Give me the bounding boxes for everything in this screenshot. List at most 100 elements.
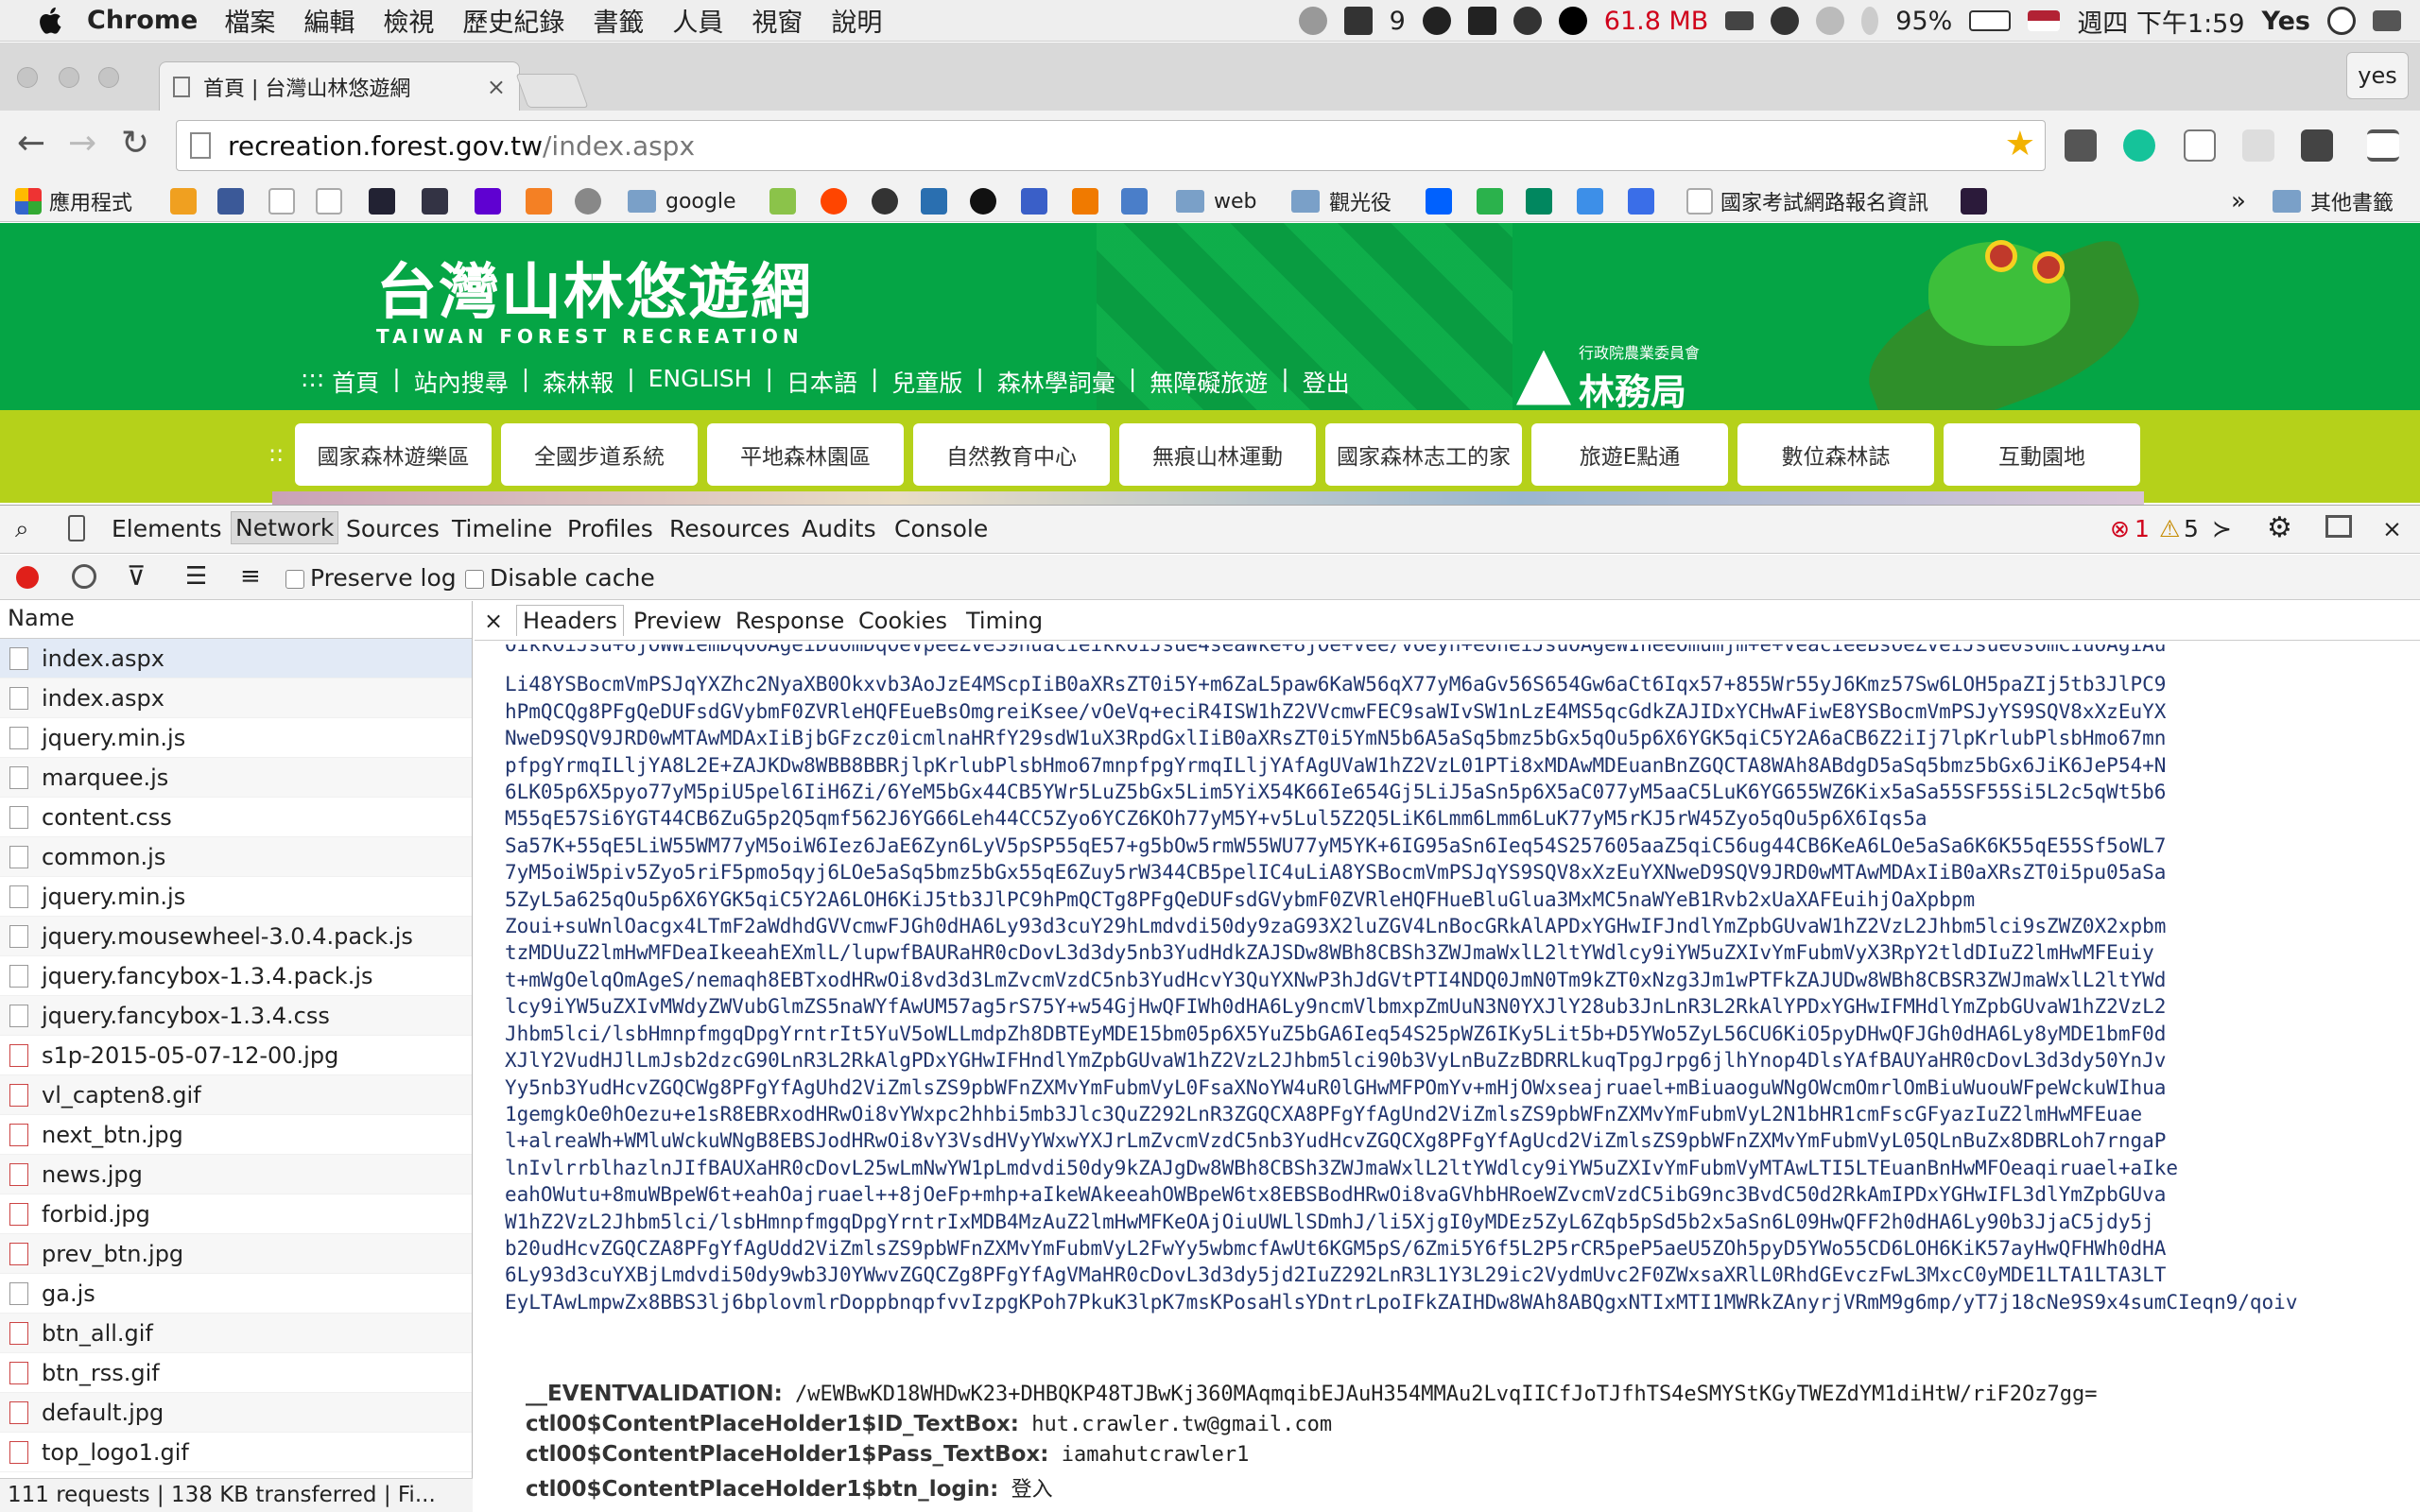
- bookmark-8-icon[interactable]: [1628, 184, 1662, 218]
- memory-monitor-icon[interactable]: [1558, 7, 1587, 35]
- translate-extension-icon[interactable]: [2301, 129, 2333, 162]
- grammarly-extension-icon[interactable]: [2123, 129, 2155, 162]
- bookmark-stack-icon[interactable]: [526, 184, 560, 218]
- clear-icon[interactable]: [72, 564, 96, 589]
- checkbox-icon[interactable]: [285, 570, 304, 589]
- nav-english[interactable]: ENGLISH: [648, 365, 752, 399]
- bookmark-image-icon[interactable]: [369, 184, 403, 218]
- menu-leave-no-trace[interactable]: 無痕山林運動: [1119, 423, 1316, 486]
- warning-count-icon[interactable]: ⚠: [2159, 515, 2180, 542]
- devtools-tab-network[interactable]: Network: [231, 511, 339, 544]
- menu-plain-forest-parks[interactable]: 平地森林園區: [707, 423, 904, 486]
- menu-history[interactable]: 歷史紀錄: [462, 2, 564, 39]
- dock-side-icon[interactable]: [2325, 515, 2352, 538]
- battery-icon[interactable]: [1969, 10, 2012, 31]
- bookmark-play-icon[interactable]: [1526, 184, 1560, 218]
- bookmark-bomb-icon[interactable]: [872, 184, 906, 218]
- request-row[interactable]: jquery.fancybox-1.3.4.pack.js: [0, 956, 472, 996]
- filter-icon[interactable]: ⊽: [127, 560, 147, 592]
- profile-button[interactable]: yes: [2346, 52, 2409, 99]
- detail-tab-timing[interactable]: Timing: [966, 608, 1043, 634]
- name-column-header[interactable]: Name: [0, 601, 472, 639]
- evernote-icon[interactable]: [1467, 7, 1496, 35]
- request-row[interactable]: common.js: [0, 837, 472, 877]
- menu-view[interactable]: 檢視: [383, 2, 434, 39]
- menu-window[interactable]: 視窗: [752, 2, 803, 39]
- warning-count[interactable]: 5: [2184, 515, 2199, 542]
- error-count[interactable]: 1: [2135, 515, 2150, 542]
- bookmark-star-icon[interactable]: ★: [2005, 125, 2035, 163]
- grammarly-icon[interactable]: [1422, 7, 1451, 35]
- request-row[interactable]: top_logo1.gif: [0, 1433, 472, 1472]
- request-row[interactable]: jquery.min.js: [0, 877, 472, 917]
- preserve-log-checkbox[interactable]: Preserve log: [285, 564, 457, 592]
- detail-tab-preview[interactable]: Preview: [633, 608, 721, 634]
- menu-digital-forest-journal[interactable]: 數位森林誌: [1737, 423, 1934, 486]
- cloud-icon[interactable]: [1725, 11, 1754, 30]
- bookmark-apps[interactable]: 應用程式: [15, 184, 132, 218]
- record-button[interactable]: [16, 566, 39, 589]
- detail-close-icon[interactable]: ×: [484, 608, 503, 634]
- bookmark-folder-other[interactable]: 其他書籤: [2273, 184, 2394, 218]
- request-row[interactable]: default.jpg: [0, 1393, 472, 1433]
- settings-gear-icon[interactable]: ⚙: [2267, 511, 2292, 544]
- overview-icon[interactable]: ≡: [240, 562, 261, 591]
- menu-file[interactable]: 檔案: [224, 2, 275, 39]
- disable-cache-checkbox[interactable]: Disable cache: [465, 564, 655, 592]
- nav-japanese[interactable]: 日本語: [786, 365, 857, 399]
- window-zoom-button[interactable]: [98, 67, 119, 88]
- bookmark-folder-guanguang[interactable]: 觀光役: [1291, 184, 1392, 218]
- request-row[interactable]: content.css: [0, 798, 472, 837]
- request-row[interactable]: ga.js: [0, 1274, 472, 1314]
- forestry-bureau-logo[interactable]: 行政院農業委員會 林務局: [1516, 340, 1700, 415]
- menu-help[interactable]: 說明: [831, 2, 882, 39]
- input-source-flag-icon[interactable]: [2028, 10, 2061, 31]
- window-minimize-button[interactable]: [59, 67, 79, 88]
- request-row[interactable]: jquery.min.js: [0, 718, 472, 758]
- bookmark-page-icon[interactable]: [316, 184, 350, 218]
- mic-icon[interactable]: [1512, 7, 1542, 35]
- bookmark-exam[interactable]: 國家考試網路報名資訊: [1686, 184, 1928, 218]
- bookmark-dark-icon[interactable]: [1961, 184, 1995, 218]
- bookmark-image-icon[interactable]: [422, 184, 456, 218]
- window-close-button[interactable]: [17, 67, 38, 88]
- bookmark-ytmp3-icon[interactable]: [1021, 184, 1055, 218]
- bluetooth-icon[interactable]: [1861, 7, 1879, 35]
- devtools-tab-profiles[interactable]: Profiles: [567, 515, 653, 542]
- spotlight-search-icon[interactable]: [2327, 7, 2356, 35]
- menu-travel-e-point[interactable]: 旅遊E點通: [1531, 423, 1728, 486]
- devtools-tab-audits[interactable]: Audits: [802, 515, 876, 542]
- request-row[interactable]: prev_btn.jpg: [0, 1234, 472, 1274]
- nav-glossary[interactable]: 森林學詞彙: [997, 365, 1115, 399]
- bookmark-facebook-icon[interactable]: [217, 184, 251, 218]
- detail-tab-headers[interactable]: Headers: [516, 605, 624, 636]
- user-name[interactable]: Yes: [2262, 7, 2310, 36]
- reload-icon[interactable]: ↻: [121, 124, 149, 163]
- menu-interactive-zone[interactable]: 互動園地: [1944, 423, 2140, 486]
- bookmark-mascot-icon[interactable]: [575, 184, 609, 218]
- menu-edit[interactable]: 編輯: [303, 2, 354, 39]
- bookmark-p-icon[interactable]: [1577, 184, 1611, 218]
- request-row[interactable]: forbid.jpg: [0, 1194, 472, 1234]
- nav-forest-news[interactable]: 森林報: [543, 365, 614, 399]
- nav-accessible-travel[interactable]: 無障礙旅遊: [1150, 365, 1268, 399]
- bookmark-feedly-icon[interactable]: [1477, 184, 1511, 218]
- nav-logout[interactable]: 登出: [1303, 365, 1350, 399]
- bookmark-folder-google[interactable]: google: [628, 184, 736, 218]
- address-bar[interactable]: recreation.forest.gov.tw /index.aspx ★: [176, 120, 2046, 171]
- request-row[interactable]: jquery.fancybox-1.3.4.css: [0, 996, 472, 1036]
- menu-national-forest-recreation-areas[interactable]: 國家森林遊樂區: [295, 423, 492, 486]
- nav-site-search[interactable]: 站內搜尋: [414, 365, 509, 399]
- request-row[interactable]: index.aspx: [0, 679, 472, 718]
- menu-volunteers-home[interactable]: 國家森林志工的家: [1325, 423, 1522, 486]
- inspect-search-icon[interactable]: ⌕: [15, 515, 29, 544]
- menubar-app-name[interactable]: Chrome: [87, 6, 198, 35]
- bookmark-dropbox-icon[interactable]: [1426, 184, 1460, 218]
- bookmark-page-icon[interactable]: [268, 184, 302, 218]
- bookmark-reddit-icon[interactable]: [821, 184, 855, 218]
- chrome-menu-icon[interactable]: [2367, 129, 2399, 162]
- request-row[interactable]: btn_rss.gif: [0, 1353, 472, 1393]
- back-arrow-icon[interactable]: ←: [17, 124, 45, 163]
- forward-arrow-icon[interactable]: →: [68, 124, 96, 163]
- devtools-tab-timeline[interactable]: Timeline: [452, 515, 552, 542]
